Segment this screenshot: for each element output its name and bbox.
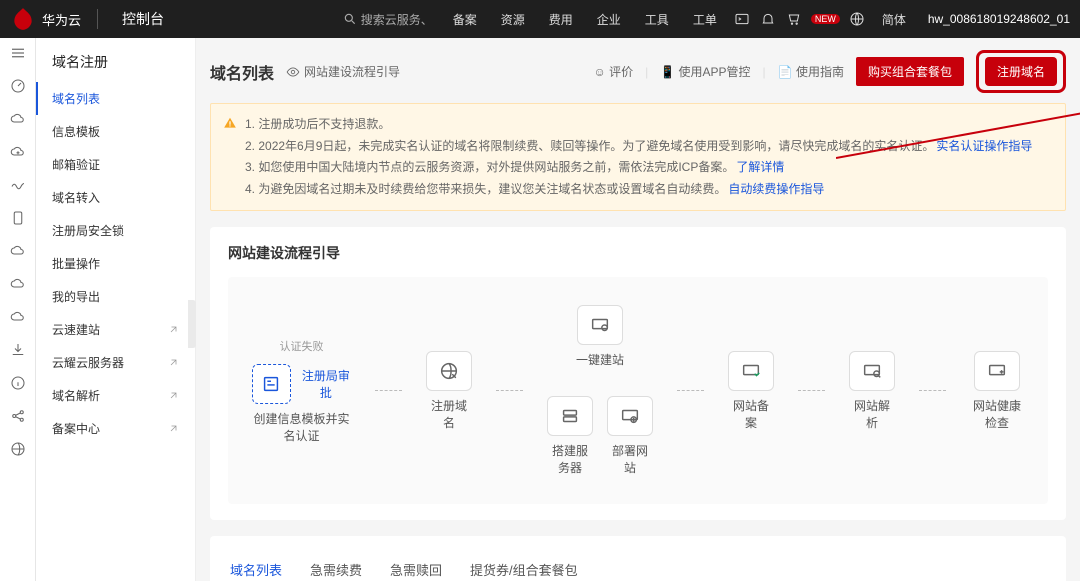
brand-text: 华为云 [42,10,81,29]
top-bar: 华为云 控制台 搜索云服务、 备案 资源 费用 企业 工具 工单 NEW 简体 … [0,0,1080,38]
cloud-icon[interactable] [9,110,27,131]
icp-detail-link[interactable]: 了解详情 [736,160,784,174]
list-panel: 域名列表 急需续费 急需赎回 提货券/组合套餐包 您还可以注册99,999个域名… [210,536,1066,581]
tab-domain-list[interactable]: 域名列表 [228,552,284,581]
auth-fail-label: 认证失败 [280,338,324,354]
register-domain-button[interactable]: 注册域名 [985,57,1057,86]
flow-branch: 一键建站 搭建服务器 部署网站 [547,305,653,476]
top-link-enterprise[interactable]: 企业 [589,11,629,28]
share-icon[interactable] [9,407,27,428]
flow-step-beian[interactable]: 网站备案 [728,351,774,431]
top-link-tool[interactable]: 工具 [637,11,677,28]
nav-item-batch[interactable]: 批量操作 [36,247,195,280]
download-icon[interactable] [9,341,27,362]
cloud4-icon[interactable] [9,308,27,329]
divider [97,9,98,29]
globe-icon[interactable] [848,10,866,28]
lang-switch[interactable]: 简体 [874,11,914,28]
flow-step-health[interactable]: 网站健康检查 [970,351,1024,431]
nav-item-dns[interactable]: 域名解析 [36,379,195,412]
cloudshell-icon[interactable] [733,10,751,28]
wave-icon[interactable] [9,176,27,197]
device-icon[interactable] [9,209,27,230]
flow-step-template[interactable]: 认证失败 注册局审批 创建信息模板并实名认证 [252,338,351,444]
content-area: 域名列表 网站建设流程引导 ☺ 评价 | 📱 使用APP管控 | 📄 使用指南 … [196,38,1080,581]
page-title: 域名列表 [210,60,274,84]
nav-item-beian[interactable]: 备案中心 [36,412,195,445]
flow-branch-server[interactable]: 搭建服务器 [547,396,593,476]
nav-item-template[interactable]: 信息模板 [36,115,195,148]
warning-icon [223,116,237,130]
top-link-beian[interactable]: 备案 [445,11,485,28]
alert-banner: 1. 注册成功后不支持退款。 2. 2022年6月9日起，未完成实名认证的域名将… [210,103,1066,211]
user-id[interactable]: hw_008618019248602_01 [928,12,1070,26]
flow-panel: 网站建设流程引导 认证失败 注册局审批 创建信息模板并实名认证 注册域名 [210,227,1066,520]
nav-item-email[interactable]: 邮箱验证 [36,148,195,181]
step1-sub-label: 注册局审批 [301,367,351,401]
top-link-fee[interactable]: 费用 [541,11,581,28]
bell-icon[interactable] [759,10,777,28]
page-header: 域名列表 网站建设流程引导 ☺ 评价 | 📱 使用APP管控 | 📄 使用指南 … [210,50,1066,93]
nav-item-transfer[interactable]: 域名转入 [36,181,195,214]
nav-collapse-handle[interactable] [188,300,196,348]
search-icon [343,12,357,26]
manual-link[interactable]: 📄 使用指南 [778,63,844,80]
cloud3-icon[interactable] [9,275,27,296]
brand-block: 华为云 [10,6,81,32]
tab-redeem[interactable]: 急需赎回 [388,552,444,581]
search-placeholder: 搜索云服务、 [361,11,433,28]
autorenew-guide-link[interactable]: 自动续费操作指导 [728,182,824,196]
register-domain-highlight: 注册域名 [976,50,1066,93]
side-nav: 域名注册 域名列表 信息模板 邮箱验证 域名转入 注册局安全锁 批量操作 我的导… [36,38,196,581]
tab-voucher[interactable]: 提货券/组合套餐包 [468,552,580,581]
flow-branch-deploy[interactable]: 部署网站 [607,396,653,476]
guide-toggle[interactable]: 网站建设流程引导 [286,63,400,80]
dashboard-icon[interactable] [9,77,27,98]
top-search[interactable]: 搜索云服务、 [343,11,433,28]
top-link-ticket[interactable]: 工单 [685,11,725,28]
eval-link[interactable]: ☺ 评价 [594,63,634,80]
flow-title: 网站建设流程引导 [228,243,1048,263]
cloud2-icon[interactable] [9,242,27,263]
info-icon[interactable] [9,374,27,395]
flow-step-register[interactable]: 注册域名 [426,351,472,431]
top-link-resource[interactable]: 资源 [493,11,533,28]
cart-icon[interactable] [785,10,803,28]
huawei-logo-icon [10,6,36,32]
nav-item-lock[interactable]: 注册局安全锁 [36,214,195,247]
external-link-icon [167,423,179,435]
external-link-icon [167,390,179,402]
eye-icon [286,65,300,79]
external-link-icon [167,324,179,336]
menu-icon[interactable] [9,44,27,65]
flow-step-dns[interactable]: 网站解析 [849,351,895,431]
external-link-icon [167,357,179,369]
flow-branch-onekey[interactable]: 一键建站 [547,305,653,368]
app-link[interactable]: 📱 使用APP管控 [660,63,750,80]
nav-item-cloudsite[interactable]: 云速建站 [36,313,195,346]
nav-item-hecs[interactable]: 云耀云服务器 [36,346,195,379]
icon-rail [0,38,36,581]
console-button[interactable]: 控制台 [114,9,172,29]
new-badge: NEW [811,14,840,24]
nav-item-export[interactable]: 我的导出 [36,280,195,313]
domain-tabs: 域名列表 急需续费 急需赎回 提货券/组合套餐包 [228,552,1048,581]
realname-guide-link[interactable]: 实名认证操作指导 [936,139,1032,153]
side-nav-title: 域名注册 [36,52,195,82]
buy-package-button[interactable]: 购买组合套餐包 [856,57,964,86]
nav-item-domain-list[interactable]: 域名列表 [36,82,195,115]
flow-diagram: 认证失败 注册局审批 创建信息模板并实名认证 注册域名 [228,277,1048,504]
globe2-icon[interactable] [9,440,27,461]
tab-renew[interactable]: 急需续费 [308,552,364,581]
cloud-plus-icon[interactable] [9,143,27,164]
